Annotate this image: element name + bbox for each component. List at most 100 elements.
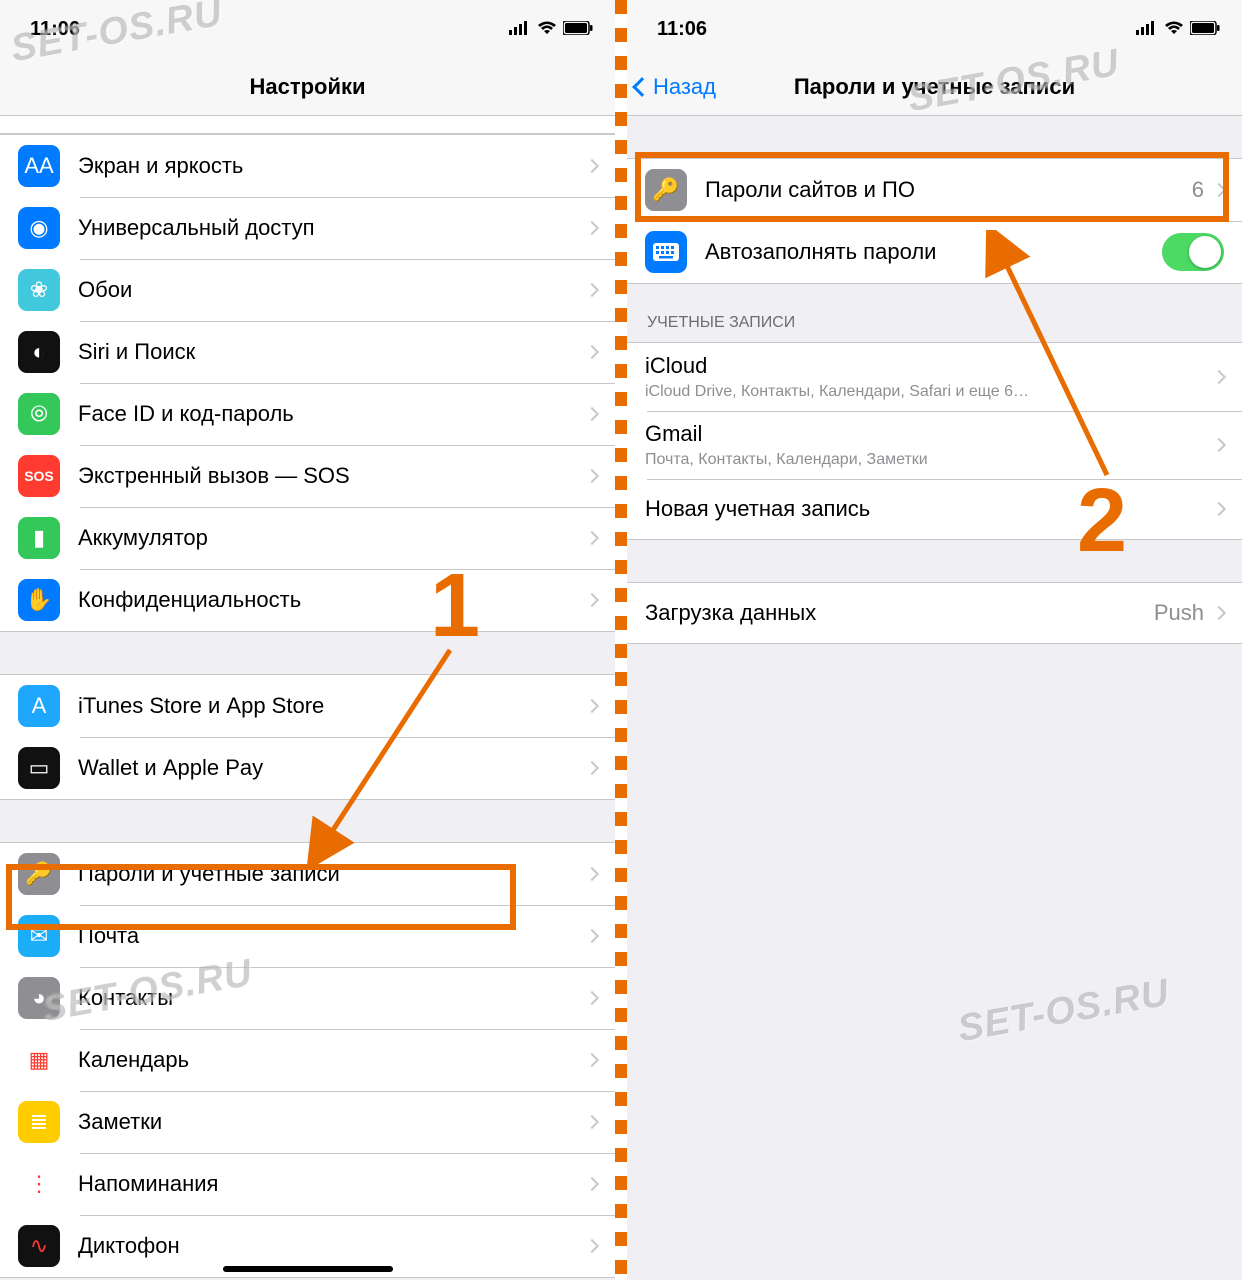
row-value: Push [1154, 600, 1204, 626]
chevron-right-icon [585, 345, 599, 359]
chevron-right-icon [1212, 606, 1226, 620]
row-label: Календарь [78, 1047, 587, 1073]
chevron-right-icon [585, 1115, 599, 1129]
mail-icon: ✉ [18, 915, 60, 957]
autofill-toggle[interactable] [1162, 233, 1224, 271]
row-account-add[interactable]: Новая учетная запись [627, 479, 1242, 539]
row-contacts[interactable]: ◕ Контакты [0, 967, 615, 1029]
row-count: 6 [1192, 177, 1204, 203]
keyboard-icon [645, 231, 687, 273]
calendar-icon: ▦ [18, 1039, 60, 1081]
signal-icon [509, 18, 531, 41]
row-subtitle: Почта, Контакты, Календари, Заметки [645, 451, 1214, 469]
chevron-right-icon [585, 867, 599, 881]
nav-title: Пароли и учетные записи [794, 74, 1075, 100]
chevron-right-icon [1212, 438, 1226, 452]
battery-icon: ▮ [18, 517, 60, 559]
chevron-right-icon [585, 1053, 599, 1067]
screenshot-left: 11:06 Настройки AAЭкран и яркость◉Универ… [0, 0, 615, 1280]
row-label: Обои [78, 277, 587, 303]
row-mail[interactable]: ✉ Почта [0, 905, 615, 967]
battery-icon [563, 18, 593, 41]
row-label: Заметки [78, 1109, 587, 1135]
chevron-right-icon [585, 469, 599, 483]
row-battery[interactable]: ▮ Аккумулятор [0, 507, 615, 569]
status-bar: 11:06 [0, 0, 615, 58]
row-sos[interactable]: SOS Экстренный вызов — SOS [0, 445, 615, 507]
home-indicator [223, 1266, 393, 1272]
row-itunes[interactable]: AiTunes Store и App Store [0, 675, 615, 737]
row-siri[interactable]: ◐Siri и Поиск [0, 321, 615, 383]
row-account-gmail[interactable]: Gmail Почта, Контакты, Календари, Заметки [627, 411, 1242, 479]
row-label: Аккумулятор [78, 525, 587, 551]
row-faceid[interactable]: ⦾ Face ID и код-пароль [0, 383, 615, 445]
chevron-right-icon [585, 699, 599, 713]
back-label: Назад [653, 74, 716, 100]
row-account-icloud[interactable]: iCloud iCloud Drive, Контакты, Календари,… [627, 343, 1242, 411]
row-fetch-data[interactable]: Загрузка данных Push [627, 583, 1242, 643]
row-accessibility[interactable]: ◉Универсальный доступ [0, 197, 615, 259]
chevron-right-icon [1212, 370, 1226, 384]
row-label: Конфиденциальность [78, 587, 587, 613]
row-label: Экстренный вызов — SOS [78, 463, 587, 489]
status-time: 11:06 [657, 18, 707, 41]
row-wallpaper[interactable]: ❀ Обои [0, 259, 615, 321]
row-calendar[interactable]: ▦ Календарь [0, 1029, 615, 1091]
row-notes[interactable]: ≣ Заметки [0, 1091, 615, 1153]
screenshot-divider [615, 0, 627, 1280]
chevron-right-icon [585, 991, 599, 1005]
signal-icon [1136, 18, 1158, 41]
row-privacy[interactable]: ✋ Конфиденциальность [0, 569, 615, 631]
row-label: Универсальный доступ [78, 215, 587, 241]
notes-icon: ≣ [18, 1101, 60, 1143]
chevron-right-icon [585, 761, 599, 775]
row-label: Почта [78, 923, 587, 949]
nav-bar: Настройки [0, 58, 615, 116]
faceid-icon: ⦾ [18, 393, 60, 435]
watermark: SET-OS.RU [955, 972, 1173, 1051]
row-label: Siri и Поиск [78, 339, 587, 365]
row-label: iCloud [645, 353, 1214, 379]
contacts-icon: ◕ [18, 977, 60, 1019]
fetch-group: Загрузка данных Push [627, 582, 1242, 644]
row-passwords[interactable]: 🔑 Пароли и учетные записи [0, 843, 615, 905]
voice-icon: ∿ [18, 1225, 60, 1267]
row-label: iTunes Store и App Store [78, 693, 587, 719]
nav-bar: Назад Пароли и учетные записи [627, 58, 1242, 116]
chevron-right-icon [1212, 502, 1226, 516]
wallpaper-icon: ❀ [18, 269, 60, 311]
row-label: Face ID и код-пароль [78, 401, 587, 427]
privacy-icon: ✋ [18, 579, 60, 621]
sos-icon: SOS [18, 455, 60, 497]
row-label: Диктофон [78, 1233, 587, 1259]
status-time: 11:06 [30, 18, 80, 41]
wifi-icon [537, 18, 557, 41]
row-label: Gmail [645, 421, 1214, 447]
row-reminders[interactable]: ⋮ Напоминания [0, 1153, 615, 1215]
row-label: Пароли и учетные записи [78, 861, 587, 887]
row-website-passwords[interactable]: 🔑 Пароли сайтов и ПО 6 [627, 159, 1242, 221]
row-label: Напоминания [78, 1171, 587, 1197]
chevron-right-icon [585, 159, 599, 173]
row-subtitle: iCloud Drive, Контакты, Календари, Safar… [645, 383, 1214, 401]
row-display[interactable]: AAЭкран и яркость [0, 135, 615, 197]
display-icon: AA [18, 145, 60, 187]
accounts-group: iCloud iCloud Drive, Контакты, Календари,… [627, 342, 1242, 540]
status-indicators [1136, 18, 1220, 41]
row-label: Wallet и Apple Pay [78, 755, 587, 781]
status-indicators [509, 18, 593, 41]
chevron-right-icon [585, 929, 599, 943]
chevron-left-icon [632, 77, 652, 97]
row-label: Контакты [78, 985, 587, 1011]
back-button[interactable]: Назад [635, 74, 716, 100]
wallet-icon: ▭ [18, 747, 60, 789]
reminders-icon: ⋮ [18, 1163, 60, 1205]
row-wallet[interactable]: ▭ Wallet и Apple Pay [0, 737, 615, 799]
passwords-icon: 🔑 [18, 853, 60, 895]
row-autofill-passwords[interactable]: Автозаполнять пароли [627, 221, 1242, 283]
nav-title: Настройки [249, 74, 365, 100]
settings-group-2: AiTunes Store и App Store ▭ Wallet и Apple… [0, 674, 615, 800]
chevron-right-icon [585, 593, 599, 607]
accounts-header: Учетные записи [627, 284, 1242, 342]
row-label: Новая учетная запись [645, 496, 1214, 522]
